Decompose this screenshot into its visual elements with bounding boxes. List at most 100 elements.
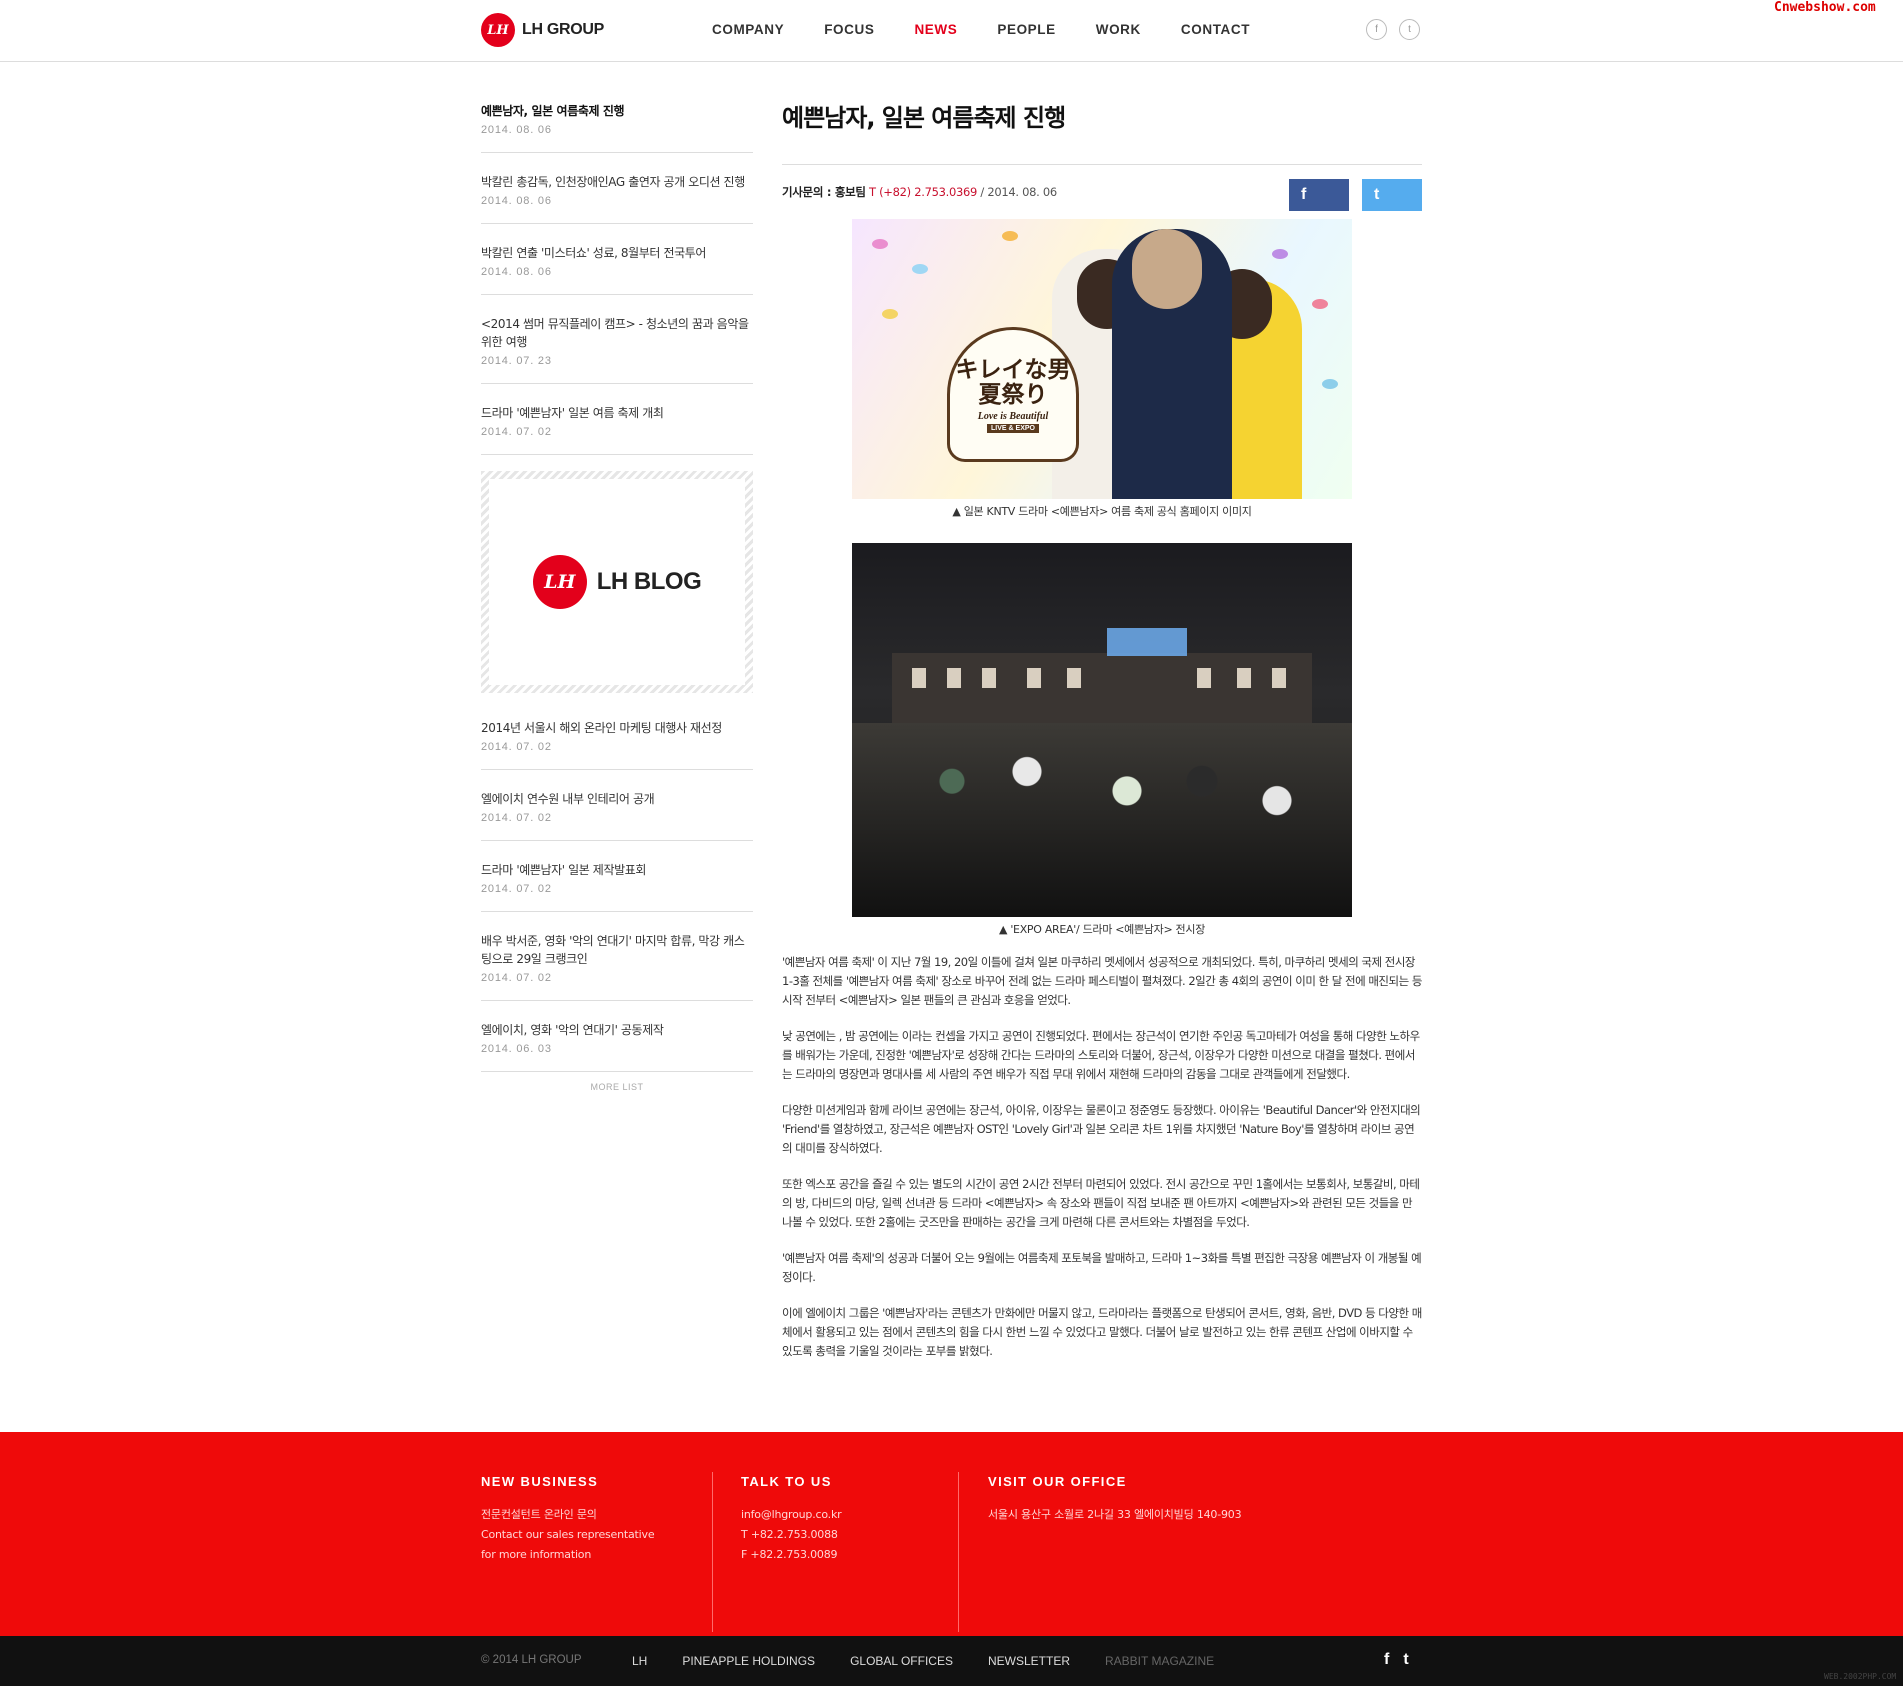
meta-phone: T (+82) 2.753.0369 xyxy=(869,185,978,199)
nav-company[interactable]: COMPANY xyxy=(712,22,784,37)
site-tag: WEB.2002PHP.COM xyxy=(1824,1672,1897,1681)
twitter-icon[interactable]: t xyxy=(1403,1651,1408,1669)
sidebar-news-item[interactable]: 엘에이치, 영화 '악의 연대기' 공동제작 2014. 06. 03 xyxy=(481,1017,753,1072)
sidebar-news-title: 배우 박서준, 영화 '악의 연대기' 마지막 합류, 막강 캐스팅으로 29일… xyxy=(481,934,745,966)
actor-head-center xyxy=(1132,229,1202,309)
butterfly-decoration xyxy=(1272,249,1288,259)
poster-frame xyxy=(1197,668,1211,688)
figure-expo-area: ▲ 'EXPO AREA'/ 드라마 <예쁜남자> 전시장 xyxy=(852,543,1352,951)
footer-fax: F +82.2.753.0089 xyxy=(741,1548,838,1561)
nav-news[interactable]: NEWS xyxy=(914,22,957,37)
footer-email[interactable]: info@lhgroup.co.kr xyxy=(741,1505,842,1525)
sidebar-news-date: 2014. 07. 02 xyxy=(481,883,552,895)
sidebar-news-item[interactable]: 예쁜남자, 일본 여름축제 진행 2014. 08. 06 xyxy=(481,98,753,153)
nav-work[interactable]: WORK xyxy=(1096,22,1141,37)
sidebar-news-title: 2014년 서울시 해외 온라인 마케팅 대행사 재선정 xyxy=(481,721,722,735)
footer-divider xyxy=(958,1472,959,1632)
footer-visit-office: VISIT OUR OFFICE 서울시 용산구 소월로 2나길 33 엘에이치… xyxy=(988,1474,1242,1525)
footer-line: for more information xyxy=(481,1548,592,1561)
twitter-icon[interactable]: t xyxy=(1399,19,1420,40)
bottom-bar: © 2014 LH GROUP LH PINEAPPLE HOLDINGS GL… xyxy=(0,1636,1903,1686)
logo-text: LH GROUP xyxy=(522,21,605,38)
meta-date: / 2014. 08. 06 xyxy=(980,185,1057,199)
footer-divider xyxy=(712,1472,713,1632)
bottom-links: LH PINEAPPLE HOLDINGS GLOBAL OFFICES NEW… xyxy=(632,1654,1249,1668)
sidebar-news-date: 2014. 08. 06 xyxy=(481,266,552,278)
expo-area-photo xyxy=(852,543,1352,917)
sidebar-news-date: 2014. 07. 02 xyxy=(481,812,552,824)
article-meta-row: 기사문의 : 홍보팀 T (+82) 2.753.0369 / 2014. 08… xyxy=(782,165,1422,219)
poster-frame xyxy=(912,668,926,688)
sidebar-news-date: 2014. 08. 06 xyxy=(481,124,552,136)
nav-people[interactable]: PEOPLE xyxy=(997,22,1055,37)
butterfly-decoration xyxy=(1312,299,1328,309)
sidebar-news-date: 2014. 06. 03 xyxy=(481,1043,552,1055)
sidebar-news-title: 드라마 '예쁜남자' 일본 제작발표회 xyxy=(481,863,647,877)
sidebar-news-item[interactable]: 엘에이치 연수원 내부 인테리어 공개 2014. 07. 02 xyxy=(481,786,753,841)
image-caption-2: ▲ 'EXPO AREA'/ 드라마 <예쁜남자> 전시장 xyxy=(998,923,1206,936)
meta-contact-label: 기사문의 : 홍보팀 xyxy=(782,185,866,199)
sidebar-news-item[interactable]: 2014년 서울시 해외 온라인 마케팅 대행사 재선정 2014. 07. 02 xyxy=(481,715,753,770)
more-list-link[interactable]: MORE LIST xyxy=(481,1082,753,1092)
crowd xyxy=(852,723,1352,917)
sidebar-news-item[interactable]: 박칼린 총감독, 인천장애인AG 출연자 공개 오디션 진행 2014. 08. … xyxy=(481,169,753,224)
footer-talk-to-us: TALK TO US info@lhgroup.co.kr T +82.2.75… xyxy=(741,1474,842,1565)
article: 예쁜남자, 일본 여름축제 진행 기사문의 : 홍보팀 T (+82) 2.75… xyxy=(782,98,1422,1378)
poster-frame xyxy=(1237,668,1251,688)
poster-frame xyxy=(1027,668,1041,688)
nav-contact[interactable]: CONTACT xyxy=(1181,22,1250,37)
article-paragraph: 이에 엘에이치 그룹은 '예쁜남자'라는 콘텐츠가 만화에만 머물지 않고, 드… xyxy=(782,1306,1422,1358)
bottom-link-newsletter[interactable]: NEWSLETTER xyxy=(988,1654,1070,1668)
lit-sign xyxy=(1107,628,1187,656)
sidebar-news-title: 드라마 '예쁜남자' 일본 여름 축제 개최 xyxy=(481,406,664,420)
sidebar-news-title: 엘에이치 연수원 내부 인테리어 공개 xyxy=(481,792,655,806)
blog-logo-mark: LH xyxy=(532,555,587,609)
badge-english-title: Love is Beautiful xyxy=(977,410,1049,422)
main-nav: COMPANY FOCUS NEWS PEOPLE WORK CONTACT xyxy=(712,22,1290,37)
bottom-link-rabbit-magazine[interactable]: RABBIT MAGAZINE xyxy=(1105,1654,1214,1668)
image-caption-1: ▲ 일본 KNTV 드라마 <예쁜남자> 여름 축제 공식 홈페이지 이미지 xyxy=(952,505,1252,518)
article-paragraph: 또한 엑스포 공간을 즐길 수 있는 별도의 시간이 공연 2시간 전부터 마련… xyxy=(782,1177,1420,1229)
bottom-link-global-offices[interactable]: GLOBAL OFFICES xyxy=(850,1654,953,1668)
sidebar-news-date: 2014. 07. 02 xyxy=(481,426,552,438)
bottom-social: f t xyxy=(1370,1651,1409,1669)
sidebar-news-title: 엘에이치, 영화 '악의 연대기' 공동제작 xyxy=(481,1023,664,1037)
share-facebook-button[interactable]: f xyxy=(1289,179,1349,211)
facebook-icon[interactable]: f xyxy=(1366,19,1387,40)
sidebar-news-date: 2014. 07. 02 xyxy=(481,972,552,984)
lh-group-logo[interactable]: LH LH GROUP xyxy=(481,12,604,48)
footer-line: Contact our sales representative xyxy=(481,1528,655,1541)
watermark-text: Cnwebshow.com xyxy=(1774,0,1876,15)
sidebar-news-date: 2014. 07. 02 xyxy=(481,741,552,753)
exhibition-wall xyxy=(892,653,1312,723)
share-twitter-button[interactable]: t xyxy=(1362,179,1422,211)
footer-line[interactable]: 전문컨설턴트 온라인 문의 xyxy=(481,1505,654,1525)
footer-new-business: NEW BUSINESS 전문컨설턴트 온라인 문의 Contact our s… xyxy=(481,1474,655,1565)
butterfly-decoration xyxy=(1322,379,1338,389)
festival-poster-image: キレイな男 夏祭り Love is Beautiful LIVE & EXPO xyxy=(852,219,1352,499)
bottom-link-pineapple[interactable]: PINEAPPLE HOLDINGS xyxy=(682,1654,815,1668)
facebook-icon[interactable]: f xyxy=(1384,1651,1389,1669)
poster-frame xyxy=(1272,668,1286,688)
article-paragraph: 낮 공연에는 , 밤 공연에는 이라는 컨셉을 가지고 공연이 진행되었다. 편… xyxy=(782,1029,1420,1081)
footer-address: 서울시 용산구 소월로 2나길 33 엘에이치빌딩 140-903 xyxy=(988,1508,1242,1521)
butterfly-decoration xyxy=(912,264,928,274)
sidebar-news-item[interactable]: <2014 썸머 뮤직플레이 캠프> - 청소년의 꿈과 음악을 위한 여행 20… xyxy=(481,311,753,384)
badge-japanese-title: キレイな男 夏祭り xyxy=(955,355,1071,408)
sidebar-news-item[interactable]: 드라마 '예쁜남자' 일본 제작발표회 2014. 07. 02 xyxy=(481,857,753,912)
bottom-link-lh[interactable]: LH xyxy=(632,1654,647,1668)
nav-focus[interactable]: FOCUS xyxy=(824,22,874,37)
sidebar-news-date: 2014. 07. 23 xyxy=(481,355,552,367)
news-sidebar: 예쁜남자, 일본 여름축제 진행 2014. 08. 06 박칼린 총감독, 인천장… xyxy=(481,98,753,1092)
lh-blog-banner[interactable]: LH LH BLOG xyxy=(481,471,753,693)
footer-heading: NEW BUSINESS xyxy=(481,1474,599,1489)
poster-frame xyxy=(982,668,996,688)
sidebar-news-title: 예쁜남자, 일본 여름축제 진행 xyxy=(481,104,625,118)
butterfly-decoration xyxy=(872,239,888,249)
sidebar-news-item[interactable]: 박칼린 연출 '미스터쇼' 성료, 8월부터 전국투어 2014. 08. 06 xyxy=(481,240,753,295)
footer-phone: T +82.2.753.0088 xyxy=(741,1528,838,1541)
butterfly-decoration xyxy=(882,309,898,319)
sidebar-news-item[interactable]: 드라마 '예쁜남자' 일본 여름 축제 개최 2014. 07. 02 xyxy=(481,400,753,455)
festival-title-badge: キレイな男 夏祭り Love is Beautiful LIVE & EXPO xyxy=(947,327,1079,462)
sidebar-news-item[interactable]: 배우 박서준, 영화 '악의 연대기' 마지막 합류, 막강 캐스팅으로 29일… xyxy=(481,928,753,1001)
